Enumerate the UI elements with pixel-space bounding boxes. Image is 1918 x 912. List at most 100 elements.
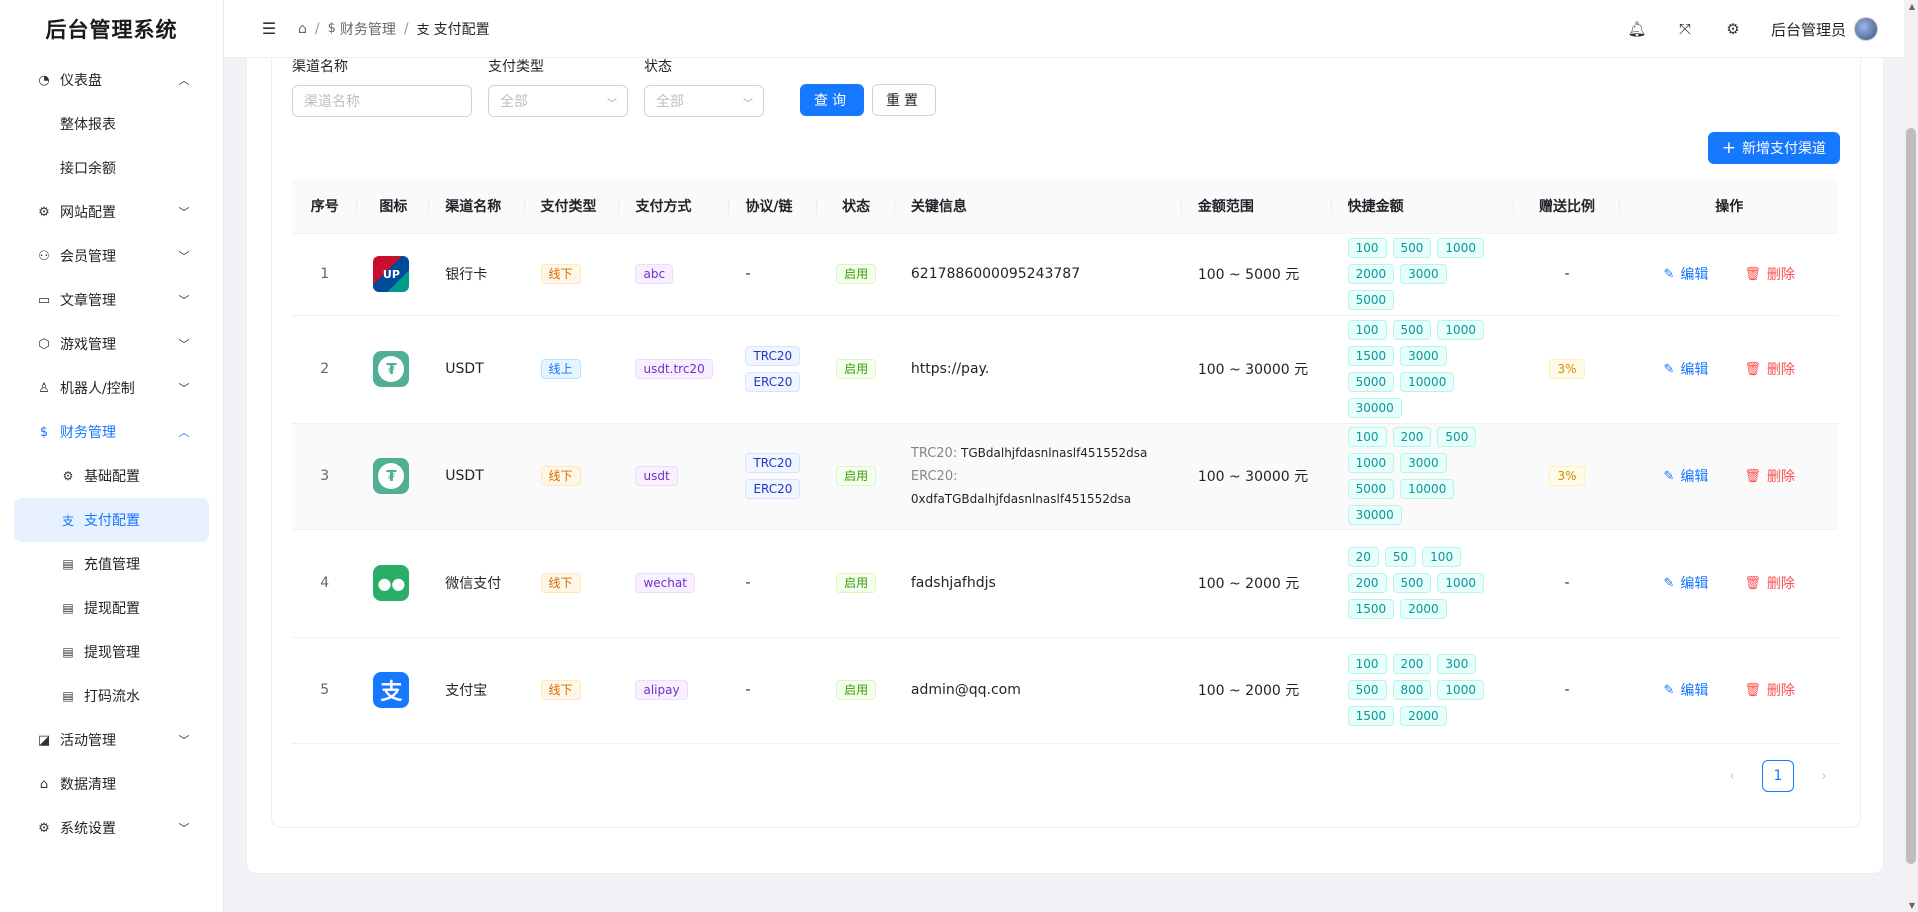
- sidebar-item-label: 文章管理: [60, 293, 116, 309]
- breadcrumb-finance[interactable]: 财务管理: [340, 19, 396, 39]
- quick-amount-tag: 5000: [1347, 372, 1395, 392]
- trash-icon: 🗑︎: [1744, 361, 1761, 377]
- page-scrollbar[interactable]: ▲ ▼: [1904, 0, 1918, 912]
- add-channel-button[interactable]: + 新增支付渠道: [1707, 132, 1840, 164]
- sidebar-item-robot[interactable]: ♙ 机器人/控制 ﹀: [0, 366, 223, 410]
- sidebar-item-games[interactable]: ⬡ 游戏管理 ﹀: [0, 322, 223, 366]
- key-value: TGBdalhjfdasnlnaslf451552dsa: [961, 446, 1148, 460]
- prev-page-icon[interactable]: ‹: [1716, 760, 1748, 792]
- row-status-cell: 启用: [817, 233, 895, 316]
- delete-button[interactable]: 🗑︎ 删除: [1744, 264, 1795, 284]
- edit-button[interactable]: ✎ 编辑: [1663, 264, 1708, 284]
- bell-icon[interactable]: 🔔︎: [1627, 19, 1647, 39]
- sidebar-item-payment-config[interactable]: 支支付配置: [14, 498, 209, 542]
- col-bonus: 赠送比例: [1513, 179, 1621, 234]
- table-row: 4 ●● 微信支付 线下 wechat - 启用 fadshjafhdjs 10…: [292, 529, 1838, 638]
- pay-type-tag: 线上: [540, 359, 581, 379]
- select-value: 全部: [500, 94, 528, 110]
- quick-amount-tag: 200: [1392, 654, 1432, 674]
- delete-button[interactable]: 🗑︎ 删除: [1744, 680, 1795, 700]
- bank-icon: ⌂: [39, 776, 49, 792]
- row-quick-cell: 100 200 500 1000 3000 5000 10000 30000: [1331, 423, 1514, 530]
- sidebar-item-recharge[interactable]: ▤ 充值管理: [0, 542, 223, 586]
- page-number[interactable]: 1: [1762, 760, 1794, 792]
- row-name: 微信支付: [429, 529, 525, 638]
- sidebar-item-finance[interactable]: $ 财务管理 ︿: [0, 410, 223, 454]
- user-menu[interactable]: 后台管理员: [1771, 17, 1878, 41]
- gear-icon[interactable]: ⚙: [1723, 19, 1743, 39]
- chevron-down-icon: ﹀: [178, 734, 190, 747]
- col-status: 状态: [817, 179, 896, 234]
- scroll-up-icon[interactable]: ▲: [1909, 2, 1915, 11]
- gear-icon: ⚙: [38, 204, 50, 220]
- scroll-down-icon[interactable]: ▼: [1909, 901, 1915, 910]
- row-bonus-cell: 3%: [1513, 423, 1621, 530]
- home-icon[interactable]: ⌂: [298, 21, 307, 37]
- table-row: 2 ₮ USDT 线上 usdt.trc20 TRC20 ERC20 启用 htt…: [292, 315, 1838, 424]
- edit-label: 编辑: [1680, 469, 1709, 485]
- sidebar-item-api-balance[interactable]: 接口余额: [0, 146, 223, 190]
- sidebar-item-articles[interactable]: ▭ 文章管理 ﹀: [0, 278, 223, 322]
- row-name: USDT: [429, 423, 525, 530]
- row-no: 1: [292, 233, 358, 316]
- quick-amount-tag: 2000: [1400, 706, 1447, 726]
- sidebar-item-data-clean[interactable]: ⌂ 数据清理: [0, 762, 223, 806]
- quick-amount-tag: 300: [1437, 654, 1477, 674]
- breadcrumb-separator: /: [314, 20, 320, 37]
- quick-amount-tag: 20: [1347, 547, 1379, 567]
- edit-button[interactable]: ✎ 编辑: [1663, 466, 1708, 486]
- row-method-cell: wechat: [619, 529, 730, 638]
- sidebar-menu: ◔ 仪表盘 ︿ 整体报表 接口余额 ⚙ 网站配置 ﹀ ⚇ 会员管理 ﹀ ▭ 文章管理 ﹀ ⬡ 游戏…: [0, 58, 223, 850]
- row-method-cell: usdt: [619, 423, 730, 530]
- sidebar-item-bet-flow[interactable]: ▤ 打码流水: [0, 674, 223, 718]
- fullscreen-icon[interactable]: ⤧: [1675, 19, 1695, 39]
- chevron-down-icon: ﹀: [178, 250, 190, 263]
- query-button[interactable]: 查询: [800, 84, 864, 116]
- row-status-cell: 启用: [817, 637, 895, 744]
- row-bonus: -: [1513, 637, 1621, 744]
- sidebar-item-activities[interactable]: ◪ 活动管理 ﹀: [0, 718, 223, 762]
- user-name: 后台管理员: [1770, 20, 1846, 39]
- chain-tag: TRC20: [745, 453, 801, 473]
- chevron-down-icon: ﹀: [178, 822, 190, 835]
- edit-button[interactable]: ✎ 编辑: [1663, 573, 1708, 593]
- scrollbar-thumb[interactable]: [1906, 128, 1916, 864]
- edit-button[interactable]: ✎ 编辑: [1663, 680, 1708, 700]
- row-status-cell: 启用: [817, 423, 895, 530]
- unionpay-icon: UP: [373, 256, 410, 292]
- channel-name-input[interactable]: 渠道名称: [292, 85, 472, 117]
- sidebar-item-dashboard[interactable]: ◔ 仪表盘 ︿: [0, 58, 223, 102]
- reset-button[interactable]: 重置: [872, 84, 936, 116]
- delete-button[interactable]: 🗑︎ 删除: [1744, 359, 1795, 379]
- quick-amount-tag: 3000: [1400, 264, 1447, 284]
- sidebar-item-overall-report[interactable]: 整体报表: [0, 102, 223, 146]
- avatar: [1854, 17, 1878, 41]
- sidebar-item-system-settings[interactable]: ⚙ 系统设置 ﹀: [0, 806, 223, 850]
- pay-type-select[interactable]: 全部 ﹀: [488, 85, 628, 117]
- sidebar-item-label: 充值管理: [84, 557, 140, 573]
- row-chain: -: [729, 233, 818, 316]
- edit-button[interactable]: ✎ 编辑: [1663, 359, 1708, 379]
- status-badge: 启用: [836, 359, 877, 379]
- menu-fold-icon[interactable]: ☰: [260, 19, 278, 38]
- sidebar-item-members[interactable]: ⚇ 会员管理 ﹀: [0, 234, 223, 278]
- sidebar-item-withdraw-config[interactable]: ▤ 提现配置: [0, 586, 223, 630]
- quick-amount-tag: 1500: [1347, 599, 1395, 619]
- sidebar-item-label: 提现管理: [84, 645, 140, 661]
- col-type: 支付类型: [524, 179, 620, 234]
- sidebar-item-withdraw-manage[interactable]: ▤ 提现管理: [0, 630, 223, 674]
- quick-amount-tag: 1000: [1347, 453, 1395, 473]
- delete-button[interactable]: 🗑︎ 删除: [1744, 466, 1795, 486]
- row-type-cell: 线下: [524, 529, 620, 638]
- sidebar-item-basic-config[interactable]: ⚙ 基础配置: [0, 454, 223, 498]
- delete-button[interactable]: 🗑︎ 删除: [1744, 573, 1795, 593]
- usdt-icon: ₮: [373, 458, 410, 494]
- status-select[interactable]: 全部 ﹀: [644, 85, 764, 117]
- next-page-icon[interactable]: ›: [1808, 760, 1840, 792]
- table-row: 3 ₮ USDT 线下 usdt TRC20 ERC20 启用 TRC20: TG…: [292, 423, 1838, 530]
- row-type-cell: 线下: [524, 637, 620, 744]
- quick-amount-tag: 5000: [1347, 290, 1395, 310]
- row-key-cell: TRC20: TGBdalhjfdasnlnaslf451552dsa ERC2…: [894, 423, 1182, 530]
- sidebar-item-site-config[interactable]: ⚙ 网站配置 ﹀: [0, 190, 223, 234]
- edit-label: 编辑: [1680, 576, 1709, 592]
